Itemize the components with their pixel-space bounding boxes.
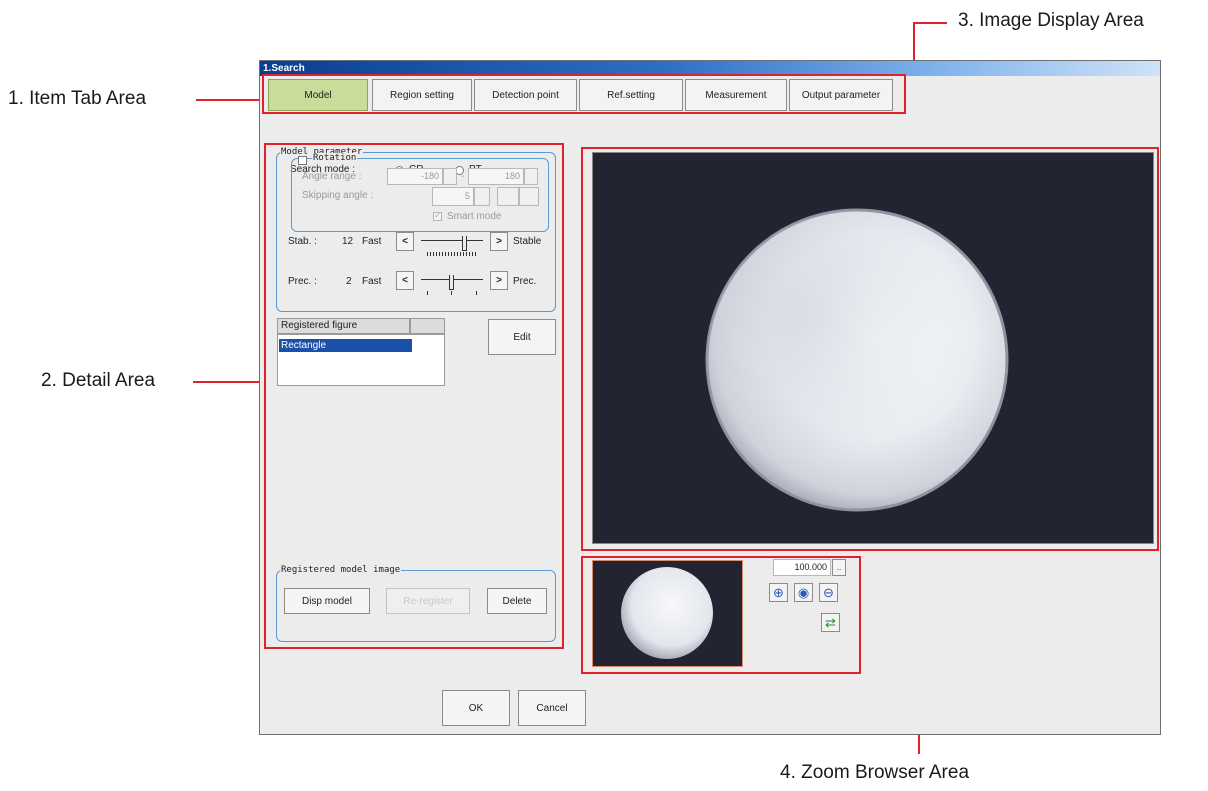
prec-tick-2 — [451, 291, 452, 295]
registered-figure-header-extra — [410, 318, 445, 334]
callout-zoom-browser-area: 4. Zoom Browser Area — [780, 762, 970, 783]
skipping-angle-extra-1[interactable] — [497, 187, 519, 206]
stab-stable-label: Stable — [513, 236, 542, 247]
stab-slider-ticks — [427, 252, 477, 256]
zoom-out-icon[interactable]: ⊖ — [819, 583, 838, 602]
callout-line-detail — [193, 381, 266, 383]
zoom-thumbnail[interactable] — [592, 560, 743, 667]
highlight-item-tab-area — [262, 74, 906, 114]
registered-model-image-label: Registered model image — [280, 565, 402, 576]
prec-prec-label: Prec. — [513, 276, 537, 287]
callout-item-tab-area: 1. Item Tab Area — [8, 88, 147, 109]
prec-tick-1 — [427, 291, 428, 295]
prec-slider-thumb[interactable] — [449, 275, 454, 290]
angle-range-label: Angle range : — [302, 171, 362, 182]
reload-icon[interactable]: ⇄ — [821, 613, 840, 632]
prec-tick-3 — [476, 291, 477, 295]
sphere-image — [705, 208, 1009, 512]
callout-line-item-tab — [196, 99, 263, 101]
stab-fast-label: Fast — [362, 236, 382, 247]
re-register-button[interactable]: Re-register — [386, 588, 470, 614]
cancel-button[interactable]: Cancel — [518, 690, 586, 726]
stab-slider-track[interactable] — [421, 240, 483, 241]
prec-decrease-button[interactable]: < — [396, 271, 414, 290]
prec-label: Prec. : — [288, 276, 317, 287]
skipping-angle-spin[interactable] — [474, 187, 490, 206]
prec-increase-button[interactable]: > — [490, 271, 508, 290]
stab-slider-thumb[interactable] — [462, 236, 467, 251]
angle-max-spin[interactable] — [524, 168, 538, 185]
angle-max-field[interactable]: 180 — [468, 168, 524, 185]
stab-label: Stab. : — [288, 236, 317, 247]
callout-detail-area: 2. Detail Area — [41, 370, 156, 391]
zoom-fit-icon[interactable]: ◉ — [794, 583, 813, 602]
zoom-dropdown-button[interactable]: .. — [832, 559, 846, 576]
stab-increase-button[interactable]: > — [490, 232, 508, 251]
zoom-in-icon[interactable]: ⊕ — [769, 583, 788, 602]
callout-image-display-area: 3. Image Display Area — [958, 10, 1144, 31]
skipping-angle-field[interactable]: 5 — [432, 187, 474, 206]
callout-line-image-h — [913, 22, 947, 24]
smart-mode-label: Smart mode — [447, 211, 502, 222]
skipping-angle-label: Skipping angle : — [302, 190, 374, 201]
delete-button[interactable]: Delete — [487, 588, 547, 614]
angle-min-spin[interactable] — [443, 168, 457, 185]
rotation-checkbox[interactable] — [298, 156, 307, 165]
edit-button[interactable]: Edit — [488, 319, 556, 355]
skipping-angle-extra-2[interactable] — [519, 187, 539, 206]
image-display[interactable] — [592, 152, 1154, 544]
stab-value: 12 — [342, 236, 354, 247]
angle-separator: - — [461, 171, 465, 182]
disp-model-button[interactable]: Disp model — [284, 588, 370, 614]
stab-decrease-button[interactable]: < — [396, 232, 414, 251]
ok-button[interactable]: OK — [442, 690, 510, 726]
zoom-value-field[interactable]: 100.000 — [773, 559, 831, 576]
rotation-label: Rotation — [312, 153, 358, 164]
smart-mode-checkbox[interactable] — [433, 210, 442, 221]
thumbnail-sphere — [621, 567, 713, 659]
angle-min-field[interactable]: -180 — [387, 168, 443, 185]
registered-figure-item[interactable]: Rectangle — [279, 339, 412, 352]
prec-fast-label: Fast — [362, 276, 382, 287]
registered-figure-header: Registered figure — [277, 318, 410, 334]
prec-value: 2 — [346, 276, 352, 287]
